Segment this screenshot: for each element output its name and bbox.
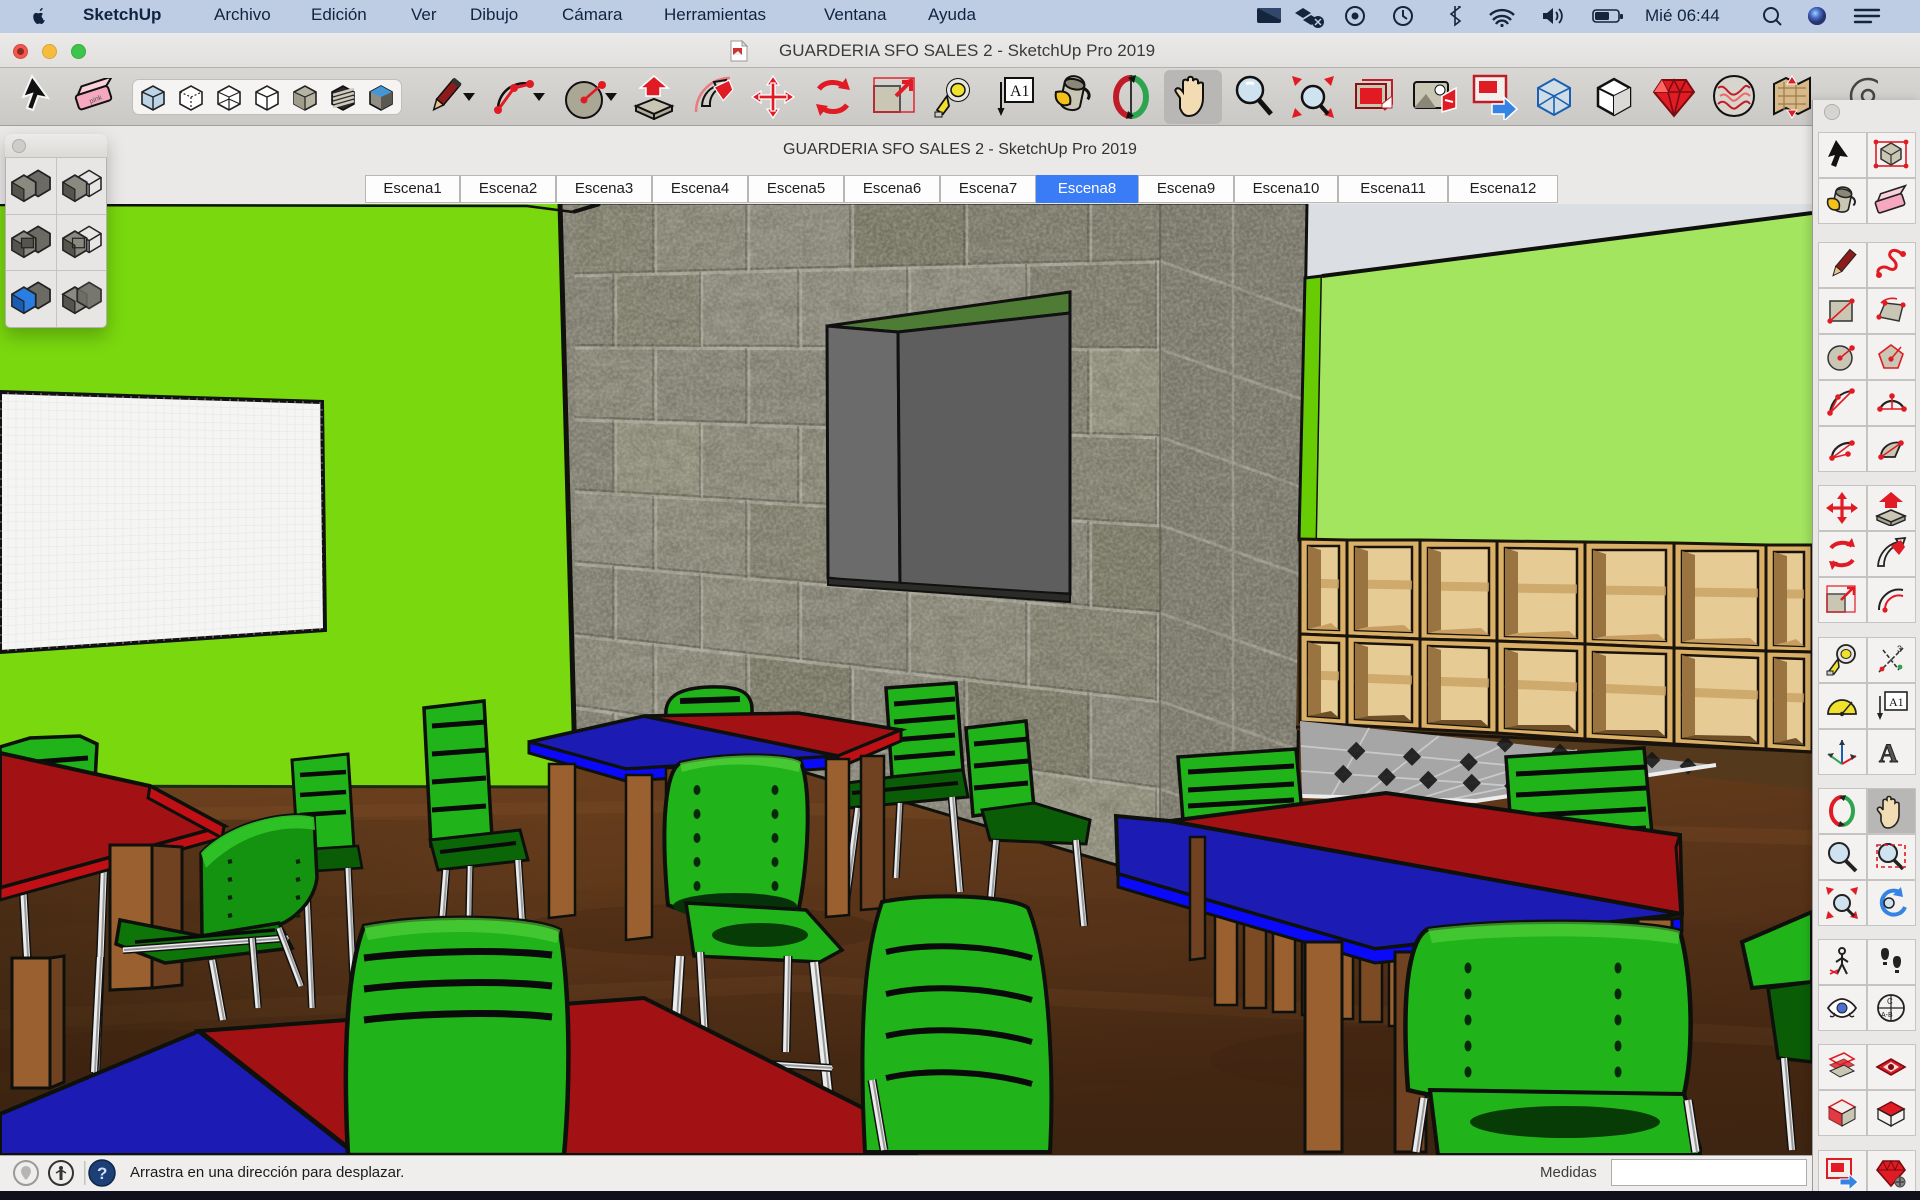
svg-text:A1: A1 <box>1010 83 1030 100</box>
svg-text:A: A <box>1879 739 1898 768</box>
svg-text:Mié 06:44: Mié 06:44 <box>1645 6 1720 25</box>
svg-text:3: 3 <box>1897 644 1902 654</box>
svg-text:A-B: A-B <box>1881 1012 1893 1019</box>
svg-text:?: ? <box>97 1164 107 1183</box>
svg-text:A1: A1 <box>1889 695 1904 709</box>
svg-text:C: C <box>1887 997 1893 1006</box>
